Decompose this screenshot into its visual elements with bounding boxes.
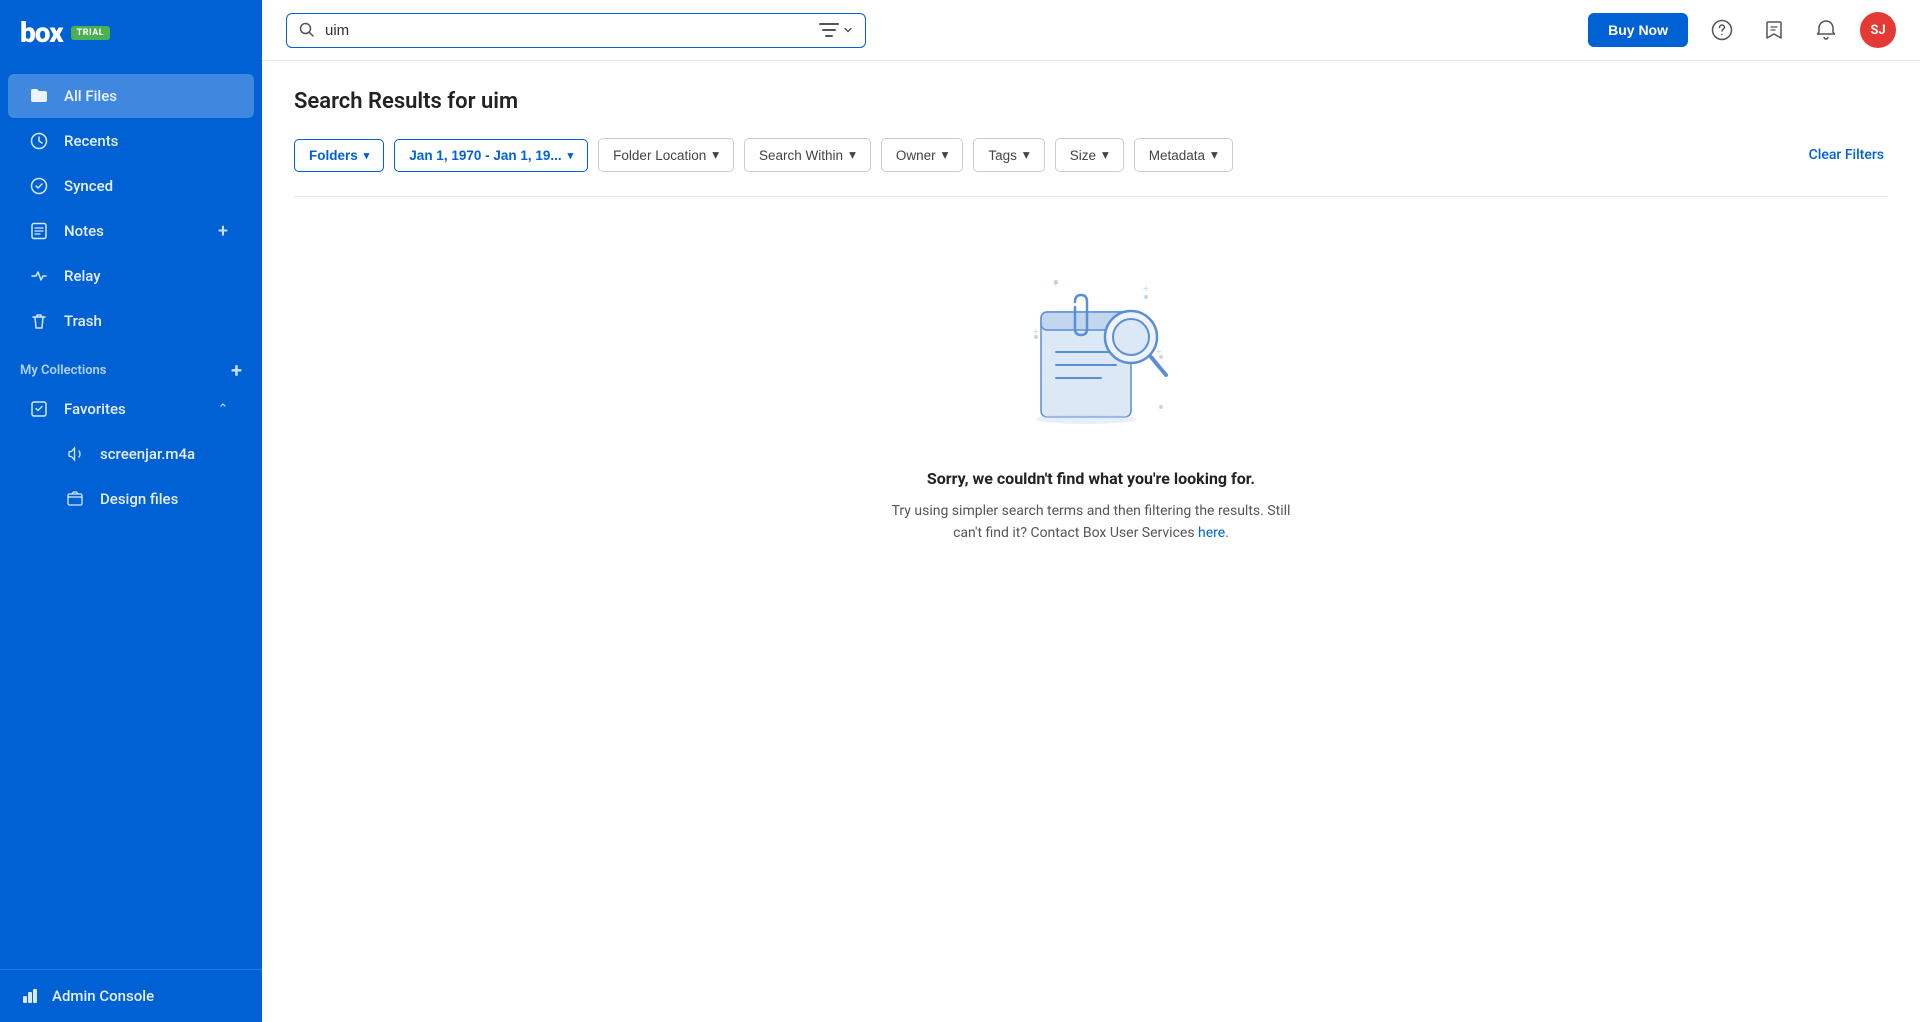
svg-text:+: +: [1033, 327, 1039, 338]
main-content: Buy Now SJ: [262, 0, 1920, 1022]
favorites-icon: [28, 398, 50, 420]
owner-filter-button[interactable]: Owner ▾: [881, 138, 964, 172]
metadata-filter-button[interactable]: Metadata ▾: [1134, 138, 1233, 172]
header: Buy Now SJ: [262, 0, 1920, 61]
user-avatar[interactable]: SJ: [1860, 12, 1896, 48]
sidebar-item-trash-label: Trash: [64, 312, 102, 330]
content-area: Search Results for uim Folders ▾ Jan 1, …: [262, 61, 1920, 1022]
sidebar-item-trash[interactable]: Trash: [8, 299, 254, 343]
check-circle-icon: [28, 175, 50, 197]
sidebar-item-screenjar[interactable]: screenjar.m4a: [8, 432, 254, 476]
admin-console-label: Admin Console: [52, 987, 154, 1005]
folder-location-caret-icon: ▾: [712, 147, 719, 163]
date-caret-icon: ▾: [568, 149, 574, 162]
sidebar-item-notes-label: Notes: [64, 222, 104, 240]
folders-filter-button[interactable]: Folders ▾: [294, 139, 384, 172]
empty-state-title: Sorry, we couldn't find what you're look…: [927, 469, 1255, 488]
buy-now-button[interactable]: Buy Now: [1588, 13, 1688, 47]
svg-text:+: +: [1053, 279, 1059, 290]
tags-caret-icon: ▾: [1023, 147, 1030, 163]
date-filter-button[interactable]: Jan 1, 1970 - Jan 1, 19... ▾: [394, 139, 588, 172]
filter-bar: Folders ▾ Jan 1, 1970 - Jan 1, 19... ▾ F…: [294, 138, 1888, 172]
size-filter-button[interactable]: Size ▾: [1055, 138, 1124, 172]
owner-caret-icon: ▾: [942, 147, 949, 163]
collections-add-button[interactable]: +: [231, 358, 242, 382]
help-button[interactable]: [1704, 12, 1740, 48]
empty-state-description: Try using simpler search terms and then …: [891, 500, 1291, 545]
bell-icon[interactable]: [1808, 12, 1844, 48]
relay-icon: [28, 265, 50, 287]
svg-text:+: +: [1143, 284, 1149, 295]
sidebar-nav: All Files Recents Synced: [0, 65, 262, 969]
folders-caret-icon: ▾: [364, 149, 370, 162]
admin-console-icon: [20, 986, 40, 1006]
svg-text:+: +: [1156, 347, 1162, 358]
size-filter-label: Size: [1070, 148, 1096, 163]
sidebar-item-synced-label: Synced: [64, 177, 113, 195]
trial-badge: TRIAL: [71, 26, 110, 40]
sidebar-item-all-files[interactable]: All Files: [8, 74, 254, 118]
sidebar-item-screenjar-label: screenjar.m4a: [100, 445, 195, 463]
sidebar-item-recents-label: Recents: [64, 132, 118, 150]
sidebar-item-relay-label: Relay: [64, 267, 101, 285]
sidebar: box TRIAL All Files Recents: [0, 0, 262, 1022]
folder-location-filter-label: Folder Location: [613, 148, 706, 163]
logo: box: [20, 16, 63, 49]
tags-filter-button[interactable]: Tags ▾: [973, 138, 1044, 172]
favorites-collapse-button[interactable]: ⌃: [212, 398, 234, 420]
clock-icon: [28, 130, 50, 152]
admin-console-item[interactable]: Admin Console: [0, 969, 262, 1022]
owner-filter-label: Owner: [896, 148, 936, 163]
my-collections-label: My Collections: [20, 363, 107, 378]
empty-state: + + + +: [294, 197, 1888, 585]
search-bar[interactable]: [286, 13, 866, 48]
sidebar-item-relay[interactable]: Relay: [8, 254, 254, 298]
metadata-caret-icon: ▾: [1211, 147, 1218, 163]
empty-state-period: .: [1225, 525, 1229, 541]
sidebar-item-favorites[interactable]: Favorites ⌃: [8, 387, 254, 431]
metadata-filter-label: Metadata: [1149, 148, 1205, 163]
notes-add-button[interactable]: +: [212, 220, 234, 242]
folder-icon: [28, 85, 50, 107]
folder-location-filter-button[interactable]: Folder Location ▾: [598, 138, 734, 172]
folders-filter-label: Folders: [309, 148, 358, 163]
sidebar-item-synced[interactable]: Synced: [8, 164, 254, 208]
audio-icon: [64, 443, 86, 465]
date-filter-label: Jan 1, 1970 - Jan 1, 19...: [409, 148, 561, 163]
contact-link[interactable]: here: [1198, 525, 1225, 541]
sidebar-item-recents[interactable]: Recents: [8, 119, 254, 163]
search-within-filter-button[interactable]: Search Within ▾: [744, 138, 871, 172]
notifications-bookmark-button[interactable]: [1756, 12, 1792, 48]
design-folder-icon: [64, 488, 86, 510]
search-input[interactable]: [325, 22, 809, 39]
search-within-filter-label: Search Within: [759, 148, 843, 163]
empty-illustration: + + + +: [991, 257, 1191, 437]
search-icon: [299, 22, 315, 38]
sidebar-item-design-files-label: Design files: [100, 490, 178, 508]
sidebar-item-all-files-label: All Files: [64, 87, 117, 105]
trash-icon: [28, 310, 50, 332]
clear-filters-button[interactable]: Clear Filters: [1805, 139, 1888, 171]
page-title: Search Results for uim: [294, 89, 1888, 114]
logo-area: box TRIAL: [0, 0, 262, 65]
size-caret-icon: ▾: [1102, 147, 1109, 163]
search-within-caret-icon: ▾: [849, 147, 856, 163]
sidebar-item-notes[interactable]: Notes +: [8, 209, 254, 253]
note-icon: [28, 220, 50, 242]
tags-filter-label: Tags: [988, 148, 1017, 163]
filter-options-icon[interactable]: [819, 22, 853, 38]
header-actions: Buy Now SJ: [1588, 12, 1896, 48]
sidebar-item-design-files[interactable]: Design files: [8, 477, 254, 521]
my-collections-section: My Collections +: [0, 344, 262, 386]
sidebar-item-favorites-label: Favorites: [64, 400, 126, 418]
